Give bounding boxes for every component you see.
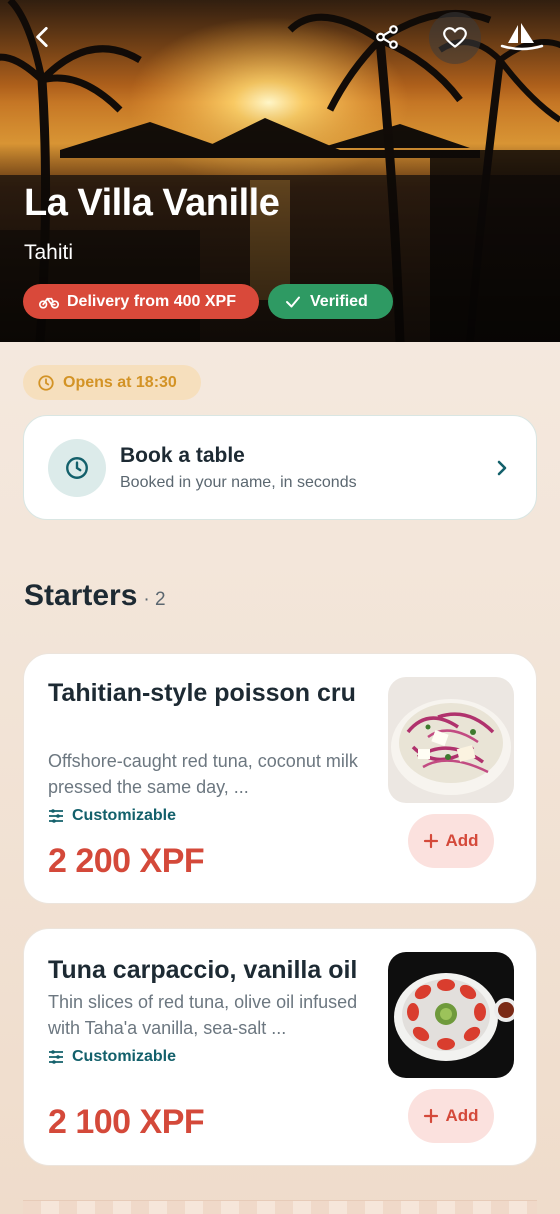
check-icon xyxy=(286,296,300,307)
customizable-label: Customizable xyxy=(72,1048,177,1065)
customizable-tag: Customizable xyxy=(48,1048,176,1066)
add-button[interactable]: Add xyxy=(408,814,494,868)
dish-photo-poisson-cru[interactable] xyxy=(388,677,514,803)
favorite-button[interactable] xyxy=(429,12,481,64)
bike-icon xyxy=(39,297,59,309)
sailboat-logo-icon xyxy=(500,23,544,51)
clock-icon xyxy=(66,456,88,479)
share-button[interactable] xyxy=(364,14,410,60)
dish-name: Tahitian-style poisson cru xyxy=(48,679,356,707)
plus-icon xyxy=(424,1108,439,1124)
book-clock-icon-wrap xyxy=(48,438,106,497)
customizable-label: Customizable xyxy=(72,807,177,824)
dish-card[interactable]: Tahitian-style poisson cru Offshore-caug… xyxy=(23,653,537,904)
dish-card[interactable]: Tuna carpaccio, vanilla oil Thin slices … xyxy=(23,928,537,1166)
back-button[interactable] xyxy=(20,14,66,60)
customizable-tag: Customizable xyxy=(48,807,176,825)
dish-description: Thin slices of red tuna, olive oil infus… xyxy=(48,992,358,1038)
book-table-card[interactable]: Book a table Booked in your name, in sec… xyxy=(23,415,537,520)
delivery-badge-label: Delivery from 400 XPF xyxy=(67,292,236,310)
book-table-chevron xyxy=(492,459,512,477)
dish-name: Tuna carpaccio, vanilla oil xyxy=(48,956,358,984)
section-count: · 2 xyxy=(143,589,166,610)
heart-icon xyxy=(443,27,467,48)
clock-icon xyxy=(38,374,54,391)
verified-badge: Verified xyxy=(268,284,393,319)
tuna-carpaccio-image xyxy=(388,952,514,1078)
section-title: Starters xyxy=(24,579,138,612)
opening-status-label: Opens at 18:30 xyxy=(63,373,177,391)
add-button-label: Add xyxy=(445,1106,479,1125)
back-arrow-icon xyxy=(36,26,48,48)
book-table-title: Book a table xyxy=(120,443,245,467)
book-table-text: Book a table Booked in your name, in sec… xyxy=(120,444,492,492)
poisson-cru-image xyxy=(388,677,514,803)
dish-price: 2 100 XPF xyxy=(48,1103,205,1141)
dish-photo-tuna-carpaccio[interactable] xyxy=(388,952,514,1078)
brand-logo[interactable] xyxy=(496,14,548,60)
book-table-subtitle: Booked in your name, in seconds xyxy=(120,473,357,491)
sliders-icon xyxy=(49,1050,63,1064)
restaurant-name: La Villa Vanille xyxy=(24,182,280,224)
delivery-badge: Delivery from 400 XPF xyxy=(23,284,259,319)
dish-description: Offshore-caught red tuna, coconut milk p… xyxy=(48,751,358,797)
hero-banner: La Villa Vanille Tahiti Delivery from 40… xyxy=(0,0,560,342)
add-button[interactable]: Add xyxy=(408,1089,494,1143)
verified-badge-label: Verified xyxy=(310,292,368,310)
dish-price: 2 200 XPF xyxy=(48,842,205,880)
add-button-label: Add xyxy=(445,831,479,850)
chevron-right-icon xyxy=(497,460,507,475)
restaurant-location: Tahiti xyxy=(24,241,74,264)
share-icon xyxy=(376,25,398,49)
section-header-starters: Starters · 2 xyxy=(24,579,166,613)
next-card-edge xyxy=(23,1200,537,1214)
opening-status-pill: Opens at 18:30 xyxy=(23,365,201,400)
plus-icon xyxy=(424,833,439,849)
sliders-icon xyxy=(49,809,63,823)
